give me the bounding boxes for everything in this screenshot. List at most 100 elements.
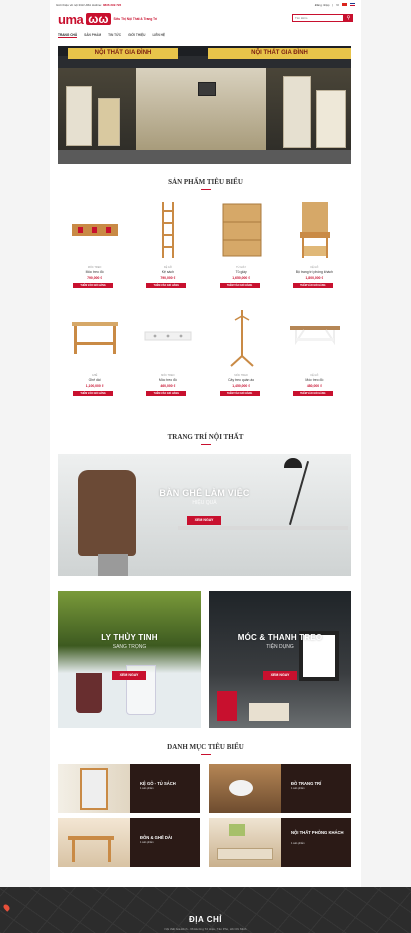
- search-icon: ⚲: [346, 15, 351, 21]
- hall-stand-image: [299, 202, 330, 258]
- logo-mark-icon: ωω: [86, 12, 111, 26]
- hooks-banner[interactable]: MÓC & THANH TREO TIỆN DỤNG XEM NGAY: [209, 591, 351, 728]
- nav-contact[interactable]: LIÊN HỆ: [152, 33, 165, 37]
- category-count: 1 sản phẩm: [140, 841, 154, 844]
- login-link[interactable]: Đăng nhập: [315, 3, 330, 7]
- hero-shelf-right: [283, 76, 311, 148]
- add-to-cart-button[interactable]: THÊM VÀO GIỎ HÀNG: [292, 283, 333, 288]
- category-count: 1 sản phẩm: [140, 787, 154, 790]
- category-count: 1 sản phẩm: [291, 787, 305, 790]
- product-card[interactable]: KỆ GỖ Móc treo đồ 480,000 ₫ THÊM VÀO GIỎ…: [278, 308, 351, 416]
- lamp-head-shape: [284, 458, 302, 468]
- banner-caption: BÀN GHẾ LÀM VIỆC: [159, 488, 250, 498]
- product-name[interactable]: Cây treo quần áo: [205, 378, 278, 382]
- category-label: ĐỒ TRANG TRÍ: [291, 781, 322, 786]
- banner-subcaption: SANG TRỌNG: [112, 644, 147, 650]
- product-card[interactable]: TỦ GIÀY Tủ giày 1,650,000 ₫ THÊM VÀO GIỎ…: [205, 200, 278, 308]
- hero-sign-left: NỘI THẤT GIA ĐÌNH: [68, 48, 178, 59]
- category-tile[interactable]: KỆ GỖ - TỦ SÁCH 1 sản phẩm: [58, 764, 200, 813]
- product-name[interactable]: Bộ trang trí phòng khách: [278, 270, 351, 274]
- wall-shelf-image: [289, 326, 340, 346]
- hero-banner[interactable]: NỘI THẤT GIA ĐÌNH NỘI THẤT GIA ĐÌNH: [58, 46, 351, 164]
- logo-tagline: Siêu Thị Nội Thất & Trang Trí: [113, 17, 158, 21]
- product-card[interactable]: MÓC TREO Móc treo đồ 460,000 ₫ THÊM VÀO …: [131, 308, 204, 416]
- category-image: [58, 818, 130, 867]
- logo-text: uma: [58, 11, 84, 27]
- add-to-cart-button[interactable]: THÊM VÀO GIỎ HÀNG: [146, 283, 187, 288]
- product-card[interactable]: GHẾ Ghế dài 1,100,000 ₫ THÊM VÀO GIỎ HÀN…: [58, 308, 131, 416]
- search-box: ⚲: [292, 14, 353, 22]
- product-name[interactable]: Ghế dài: [58, 378, 131, 382]
- category-tile[interactable]: NỘI THẤT PHÒNG KHÁCH 1 sản phẩm: [209, 818, 351, 867]
- stool-leg-shape: [108, 840, 111, 862]
- logo[interactable]: uma ωω Siêu Thị Nội Thất & Trang Trí: [58, 12, 157, 27]
- product-name[interactable]: Kệ sách: [131, 270, 204, 274]
- product-name[interactable]: Móc treo đồ: [131, 378, 204, 382]
- product-category: KỆ GỖ: [310, 266, 319, 269]
- add-to-cart-button[interactable]: THÊM VÀO GIỎ HÀNG: [146, 391, 187, 396]
- featured-title: SẢN PHẨM TIÊU BIỂU: [50, 178, 361, 190]
- footer: ĐỊA CHỈ Nội thất Gia Đình - 66 Đường Tô …: [0, 887, 411, 933]
- product-name[interactable]: Móc treo đồ: [278, 378, 351, 382]
- hero-floor: [58, 150, 351, 164]
- add-to-cart-button[interactable]: THÊM VÀO GIỎ HÀNG: [219, 391, 260, 396]
- category-tile[interactable]: ĐÔN & GHẾ DÀI 1 sản phẩm: [58, 818, 200, 867]
- hotline-label: Hotline:: [91, 2, 102, 7]
- add-to-cart-button[interactable]: THÊM VÀO GIỎ HÀNG: [219, 283, 260, 288]
- sofa-shape: [217, 848, 273, 860]
- view-now-button[interactable]: XEM NGAY: [263, 671, 297, 680]
- add-to-cart-button[interactable]: THÊM VÀO GIỎ HÀNG: [73, 283, 113, 288]
- product-category: MÓC TREO: [161, 374, 175, 377]
- hotline-number[interactable]: 0836 299 722: [103, 3, 121, 7]
- hero-shelf-2: [98, 98, 120, 146]
- bench-image: [72, 322, 118, 354]
- search-button[interactable]: ⚲: [344, 14, 353, 22]
- banner-subcaption: TIỆN DỤNG: [266, 644, 294, 650]
- lang-vi[interactable]: VI: [336, 3, 339, 7]
- product-price: 790,000 ₫: [87, 276, 103, 280]
- divider: |: [332, 2, 334, 7]
- add-to-cart-button[interactable]: THÊM VÀO GIỎ HÀNG: [73, 391, 113, 396]
- desk-chair-banner[interactable]: BÀN GHẾ LÀM VIỆC HIỆU QUẢ XEM NGAY: [58, 454, 351, 576]
- clothes-tree-image: [229, 310, 254, 367]
- stool-leg-shape: [72, 840, 75, 862]
- banner-caption: MÓC & THANH TREO: [237, 633, 323, 642]
- office-chair-shape: [78, 470, 136, 556]
- banner-subcaption: HIỆU QUẢ: [192, 500, 217, 506]
- footer-title: ĐỊA CHỈ: [189, 915, 222, 924]
- banner-caption: LY THỦY TINH: [101, 633, 158, 642]
- view-now-button[interactable]: XEM NGAY: [112, 671, 146, 680]
- product-name[interactable]: Móc treo đồ: [58, 270, 131, 274]
- flag-vn-icon[interactable]: [342, 3, 347, 6]
- product-card[interactable]: MÓC TREO Cây treo quần áo 1,450,000 ₫ TH…: [205, 308, 278, 416]
- juice-glass-shape: [76, 673, 102, 713]
- product-category: MÓC TREO: [87, 266, 102, 269]
- add-to-cart-button[interactable]: THÊM VÀO GIỎ HÀNG: [292, 391, 333, 396]
- nav-about[interactable]: GIỚI THIỆU: [128, 33, 145, 37]
- coat-rack-image: [144, 331, 192, 341]
- hero-shelf-left: [66, 86, 92, 146]
- product-price: 460,000 ₫: [160, 384, 176, 388]
- wall-hook-image: [72, 224, 118, 236]
- product-card[interactable]: MÓC TREO Móc treo đồ 790,000 ₫ THÊM VÀO …: [58, 200, 131, 308]
- product-card[interactable]: KỆ GỖ Kệ sách 790,000 ₫ THÊM VÀO GIỎ HÀN…: [131, 200, 204, 308]
- glass-banner[interactable]: LY THỦY TINH SANG TRỌNG XEM NGAY: [58, 591, 201, 728]
- nav-products[interactable]: SẢN PHẨM: [84, 33, 101, 37]
- flag-en-icon[interactable]: [350, 3, 355, 6]
- view-now-button[interactable]: XEM NGAY: [187, 516, 221, 525]
- product-card[interactable]: KỆ GỖ Bộ trang trí phòng khách 1,800,000…: [278, 200, 351, 308]
- main-nav: TRANG CHỦ SẢN PHẨM TIN TỨC GIỚI THIỆU LI…: [50, 30, 361, 40]
- desk-shape: [178, 526, 348, 530]
- nav-home[interactable]: TRANG CHỦ: [58, 33, 78, 38]
- category-tile[interactable]: ĐỒ TRANG TRÍ 1 sản phẩm: [209, 764, 351, 813]
- product-name[interactable]: Tủ giày: [205, 270, 278, 274]
- title-underline: [200, 189, 211, 190]
- nav-news[interactable]: TIN TỨC: [108, 33, 121, 37]
- topbar-left-text: Giới thiệu về nội thất UMA: [56, 2, 91, 7]
- search-input[interactable]: [292, 14, 344, 22]
- page: Giới thiệu về nội thất UMA Hotline: 0836…: [50, 0, 361, 933]
- shoe-rack-shape: [80, 768, 108, 810]
- featured-title-text: SẢN PHẨM TIÊU BIỂU: [168, 178, 243, 186]
- category-image: [58, 764, 130, 813]
- category-label: KỆ GỖ - TỦ SÁCH: [140, 781, 176, 786]
